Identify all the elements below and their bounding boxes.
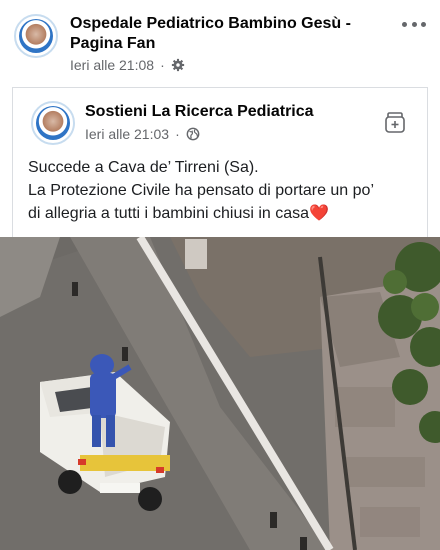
shared-post-timestamp[interactable]: Ieri alle 21:03 xyxy=(85,126,169,142)
gear-icon[interactable] xyxy=(171,58,185,72)
globe-icon xyxy=(186,127,200,141)
heart-emoji: ❤️ xyxy=(309,205,329,222)
page-name[interactable]: Ospedale Pediatrico Bambino Gesù - Pagin… xyxy=(70,14,370,54)
shared-post-meta: Ieri alle 21:03 · xyxy=(85,126,200,142)
more-horizontal-icon xyxy=(402,21,407,27)
post-header: Ospedale Pediatrico Bambino Gesù - Pagin… xyxy=(0,0,440,86)
shared-page-avatar[interactable] xyxy=(31,101,75,145)
post-text-line: di allegria a tutti i bambini chiusi in … xyxy=(28,205,310,222)
post-text-line: Succede a Cava de’ Tirreni (Sa). xyxy=(28,159,259,176)
more-options-button[interactable] xyxy=(402,16,426,32)
page-avatar[interactable] xyxy=(14,14,58,58)
shared-page-name[interactable]: Sostieni La Ricerca Pediatrica xyxy=(85,103,314,121)
shared-post-card: Sostieni La Ricerca Pediatrica Ieri alle… xyxy=(12,87,428,237)
post-photo[interactable] xyxy=(0,237,440,550)
post-text: Succede a Cava de’ Tirreni (Sa). La Prot… xyxy=(28,156,423,225)
save-icon[interactable] xyxy=(383,110,407,134)
street-scene-image xyxy=(0,237,440,550)
post-meta: Ieri alle 21:08 · xyxy=(70,57,185,73)
post-text-line: La Protezione Civile ha pensato di porta… xyxy=(28,182,374,199)
post-timestamp[interactable]: Ieri alle 21:08 xyxy=(70,57,154,73)
